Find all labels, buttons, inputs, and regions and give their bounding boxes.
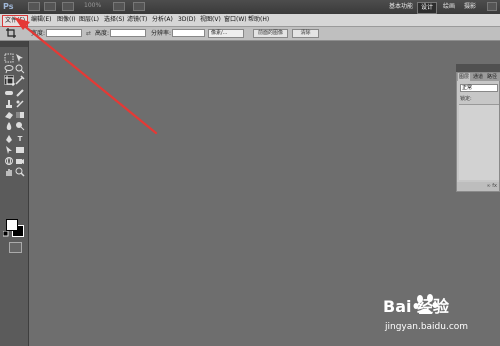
tools-panel-grip[interactable] [0, 41, 28, 47]
blend-mode-select[interactable]: 正常 [460, 84, 498, 92]
mini-bridge-icon[interactable] [44, 2, 56, 11]
rectangle-tool-icon[interactable] [15, 145, 25, 155]
hand-tool-icon[interactable] [4, 167, 14, 177]
options-bar: 宽度: ⇄ 高度: 分辨率: 像素/... 前面的图像 清除 [0, 27, 500, 41]
foreground-color-swatch[interactable] [6, 219, 18, 231]
menu-layer[interactable]: 图层(L) [79, 15, 99, 25]
menu-window[interactable]: 窗口(W) [224, 15, 247, 25]
menu-3d[interactable]: 3D(D) [178, 15, 196, 25]
history-brush-tool-icon[interactable] [15, 99, 25, 109]
quick-selection-tool-icon[interactable] [15, 64, 25, 74]
menu-analysis[interactable]: 分析(A) [152, 15, 173, 25]
pen-tool-icon[interactable] [4, 134, 14, 144]
tab-paths[interactable]: 路径 [486, 73, 498, 81]
close-window-icon[interactable] [487, 2, 497, 11]
workspace-design[interactable]: 设计 [417, 2, 438, 14]
menu-filter[interactable]: 滤镜(T) [127, 15, 147, 25]
menu-help[interactable]: 帮助(H) [248, 15, 269, 25]
screen-mode-icon[interactable] [133, 2, 145, 11]
type-tool-icon[interactable]: T [15, 134, 25, 144]
view-extras-icon[interactable] [62, 2, 74, 11]
front-image-button[interactable]: 前面的图像 [253, 29, 288, 38]
menu-edit[interactable]: 编辑(E) [31, 15, 51, 25]
workspace-photography[interactable]: 摄影 [461, 2, 479, 12]
lock-row: 锁定: [460, 95, 498, 102]
clone-stamp-tool-icon[interactable] [4, 99, 14, 109]
quick-mask-icon[interactable] [9, 242, 22, 253]
lasso-tool-icon[interactable] [4, 64, 14, 74]
default-colors-icon[interactable] [2, 230, 9, 237]
path-selection-tool-icon[interactable] [4, 145, 14, 155]
watermark-logo-text: Bai 经验 [383, 297, 450, 316]
resolution-label: 分辨率: [151, 30, 172, 37]
ps-logo: Ps [3, 2, 14, 11]
crop-tool-preset-icon[interactable] [6, 28, 16, 38]
menu-select[interactable]: 选择(S) [104, 15, 125, 25]
photoshop-window: Ps 100% 基本功能 设计 绘画 摄影 文件(F) 编辑(E) 图像(I) … [0, 0, 500, 346]
crop-tool-icon[interactable] [4, 75, 15, 86]
3d-rotate-tool-icon[interactable] [4, 156, 14, 166]
bridge-icon[interactable] [28, 2, 40, 11]
height-label: 高度: [95, 30, 110, 37]
baidu-watermark: Bai 经验 jingyan.baidu.com [383, 293, 495, 343]
marquee-tool-icon[interactable] [4, 53, 14, 63]
swap-icon[interactable]: ⇄ [86, 29, 91, 38]
clear-button[interactable]: 清除 [292, 29, 319, 38]
resolution-input[interactable] [172, 29, 205, 37]
zoom-tool-icon[interactable] [15, 167, 25, 177]
width-input[interactable] [46, 29, 82, 37]
dodge-tool-icon[interactable] [15, 121, 25, 131]
layers-panel: 图层 通道 路径 正常 锁定: ∞ fx [456, 72, 500, 192]
zoom-level[interactable]: 100% [84, 2, 101, 9]
layers-list[interactable] [459, 104, 499, 180]
menu-image[interactable]: 图像(I) [57, 15, 75, 25]
menu-view[interactable]: 视图(V) [200, 15, 221, 25]
lock-label: 锁定: [460, 96, 472, 102]
blur-tool-icon[interactable] [4, 121, 14, 131]
resolution-unit-select[interactable]: 像素/... [208, 29, 244, 38]
tab-channels[interactable]: 通道 [472, 73, 484, 81]
app-bar: Ps 100% 基本功能 设计 绘画 摄影 [0, 0, 500, 15]
move-tool-icon[interactable] [15, 53, 25, 63]
layers-panel-tabs: 图层 通道 路径 [457, 73, 500, 81]
menu-bar: 文件(F) 编辑(E) 图像(I) 图层(L) 选择(S) 滤镜(T) 分析(A… [0, 14, 500, 27]
watermark-url: jingyan.baidu.com [385, 322, 469, 332]
workspace-painting[interactable]: 绘画 [440, 2, 458, 12]
gradient-tool-icon[interactable] [15, 110, 25, 120]
menu-file[interactable]: 文件(F) [2, 15, 29, 27]
arrange-documents-icon[interactable] [113, 2, 125, 11]
tools-panel: T [0, 41, 29, 346]
eraser-tool-icon[interactable] [4, 110, 14, 120]
width-label: 宽度: [31, 30, 46, 37]
healing-brush-tool-icon[interactable] [4, 88, 14, 98]
tab-layers[interactable]: 图层 [458, 73, 471, 81]
brush-tool-icon[interactable] [15, 88, 25, 98]
layers-panel-footer[interactable]: ∞ fx [457, 182, 499, 191]
height-input[interactable] [110, 29, 146, 37]
eyedropper-tool-icon[interactable] [15, 75, 25, 85]
workspace-essentials[interactable]: 基本功能 [386, 2, 416, 12]
3d-camera-tool-icon[interactable] [15, 156, 25, 166]
panel-dock-header[interactable] [456, 64, 500, 72]
